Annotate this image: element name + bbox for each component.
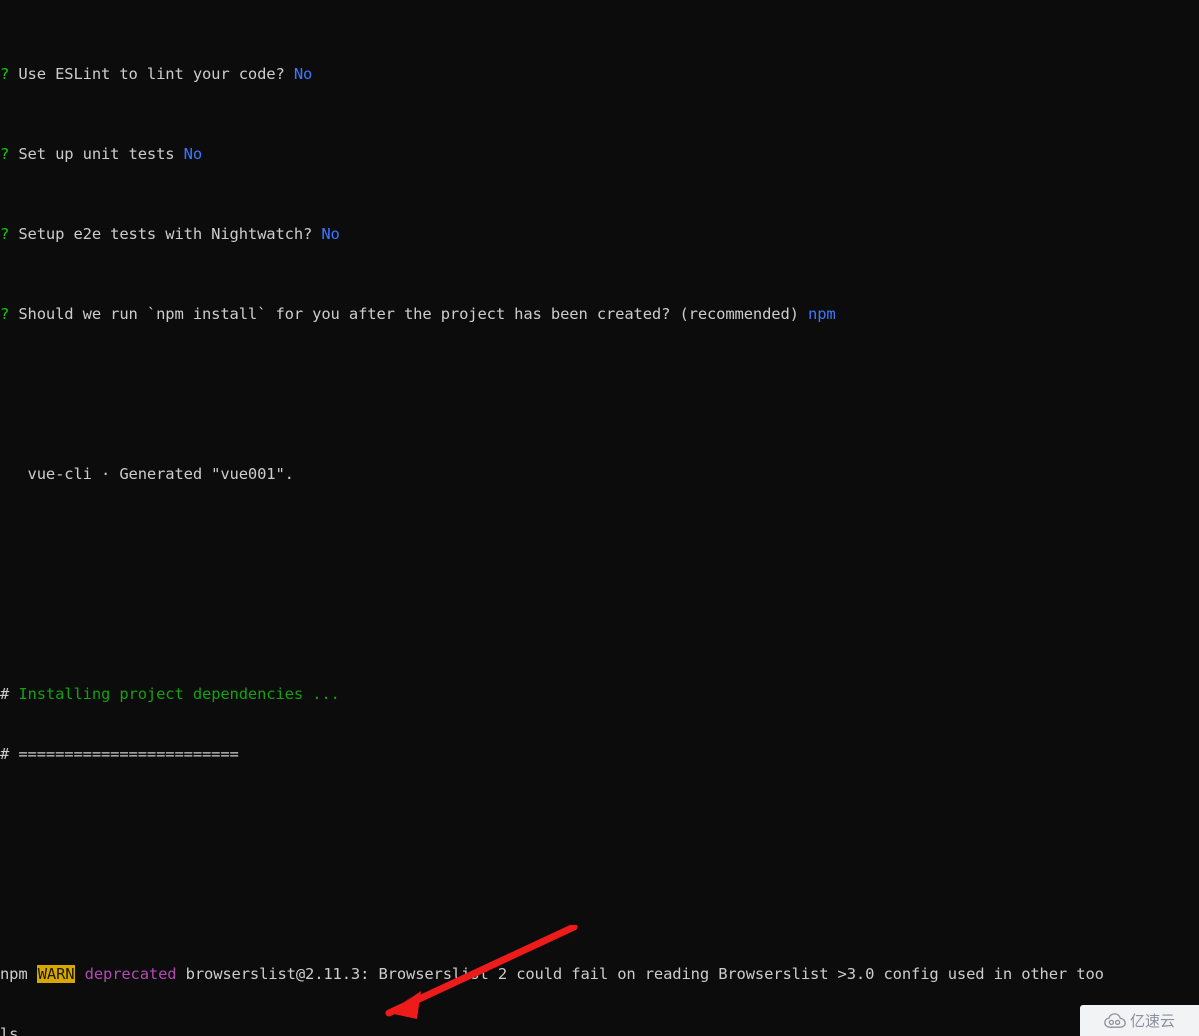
prompt-text: Use ESLint to lint your code? [9,65,294,83]
prompt-line-unit-tests: ? Set up unit tests No [0,144,1199,164]
installing-rule: # ======================== [0,745,239,763]
hash-marker: # [0,685,19,703]
generated-line: vue-cli · Generated "vue001". [0,465,294,483]
warn-line-browserslist-2: npm WARN deprecated browserslist@2.11.3:… [0,965,1104,983]
prompt-text: Set up unit tests [9,145,184,163]
prompt-text: Setup e2e tests with Nightwatch? [9,225,322,243]
prompt-answer: npm [808,305,836,323]
prompt-text: Should we run `npm install` for you afte… [9,305,809,323]
question-mark-icon: ? [0,145,10,163]
question-mark-icon: ? [0,65,10,83]
terminal-output-pane[interactable]: ? Use ESLint to lint your code? No ? Set… [0,0,1199,1036]
question-mark-icon: ? [0,305,10,323]
warn-line-wrap: ls. [0,1025,28,1036]
cloud-icon [1104,1012,1126,1028]
prompt-answer: No [321,225,340,243]
prompt-line-e2e-tests: ? Setup e2e tests with Nightwatch? No [0,224,1199,244]
installing-title: Installing project dependencies ... [18,685,340,703]
warn-badge: WARN [36,965,76,983]
prompt-line-eslint: ? Use ESLint to lint your code? No [0,64,1199,84]
prompt-answer: No [183,145,203,163]
warn-body: browserslist@2.11.3: Browserslist 2 coul… [176,965,1104,983]
installing-header: # Installing project dependencies ... [0,684,1199,704]
watermark-text: 亿速云 [1129,1012,1175,1030]
prompt-line-npm-install: ? Should we run `npm install` for you af… [0,304,1199,324]
warn-kind: deprecated [75,965,177,983]
prompt-answer: No [293,65,313,83]
site-watermark: 亿速云 [1080,1005,1199,1036]
question-mark-icon: ? [0,225,10,243]
